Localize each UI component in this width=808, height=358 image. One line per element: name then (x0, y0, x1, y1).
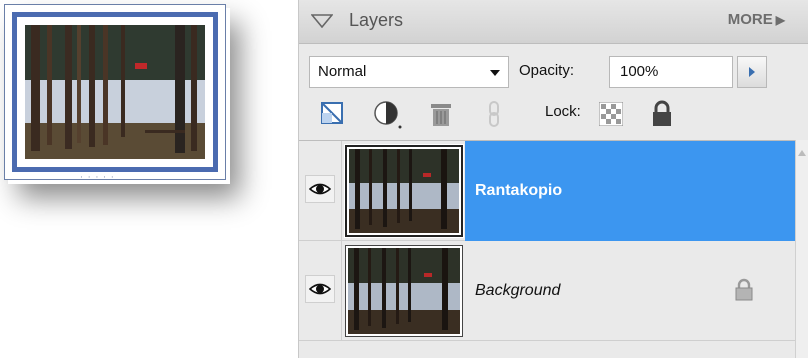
lake-photo (25, 25, 205, 159)
trash-icon[interactable] (427, 100, 455, 128)
triangle-down-icon[interactable] (311, 14, 333, 28)
padlock-icon (735, 278, 753, 301)
visibility-toggle[interactable] (305, 275, 335, 303)
image-thumbnail-card[interactable] (4, 4, 226, 180)
triangle-right-icon (749, 67, 755, 77)
eye-icon (309, 283, 331, 295)
layers-scrollbar[interactable] (795, 140, 808, 358)
panel-title: Layers (349, 10, 404, 30)
more-label: MORE (727, 11, 773, 28)
lake-photo-thumbnail (349, 149, 459, 233)
layer-row-rantakopio[interactable]: Rantakopio (299, 141, 795, 241)
layer-thumbnail[interactable] (344, 144, 464, 238)
opacity-input[interactable]: 100% (609, 56, 733, 88)
more-button[interactable]: MORE ▶ (728, 11, 785, 28)
triangle-right-icon: ▶ (775, 13, 785, 27)
layer-name-area[interactable]: Rantakopio (465, 141, 795, 241)
triangle-up-icon[interactable] (798, 150, 806, 156)
new-layer-icon[interactable] (319, 100, 345, 126)
lake-photo-thumbnail (348, 248, 460, 334)
panel-header: Layers MORE ▶ (299, 0, 808, 44)
eye-icon (309, 183, 331, 195)
padlock-icon[interactable] (651, 100, 673, 128)
chain-link-icon[interactable] (485, 100, 503, 128)
layer-name[interactable]: Rantakopio (475, 182, 562, 200)
row-divider (341, 141, 342, 241)
blend-mode-value: Normal (318, 63, 367, 80)
layers-list: Rantakopio Background (299, 140, 795, 358)
layer-name[interactable]: Background (475, 282, 560, 300)
layer-thumbnail[interactable] (345, 245, 463, 337)
opacity-slider-button[interactable] (737, 56, 767, 88)
row-divider (341, 241, 342, 341)
opacity-value: 100% (620, 63, 659, 80)
lock-label: Lock: (545, 103, 581, 120)
blend-mode-select[interactable]: Normal (309, 56, 509, 88)
image-thumbnail-border (12, 12, 218, 172)
layer-row-background[interactable]: Background (299, 241, 795, 341)
chevron-down-icon (490, 70, 500, 76)
thumbnail-caption: · · · · · (80, 173, 115, 183)
visibility-toggle[interactable] (305, 175, 335, 203)
checkerboard-icon[interactable] (599, 102, 623, 126)
layer-name-area[interactable]: Background (465, 241, 795, 341)
half-circle-icon[interactable] (373, 100, 405, 130)
opacity-label: Opacity: (519, 62, 575, 79)
layers-panel: Layers MORE ▶ Normal Opacity: 100% Lock:… (298, 0, 808, 358)
